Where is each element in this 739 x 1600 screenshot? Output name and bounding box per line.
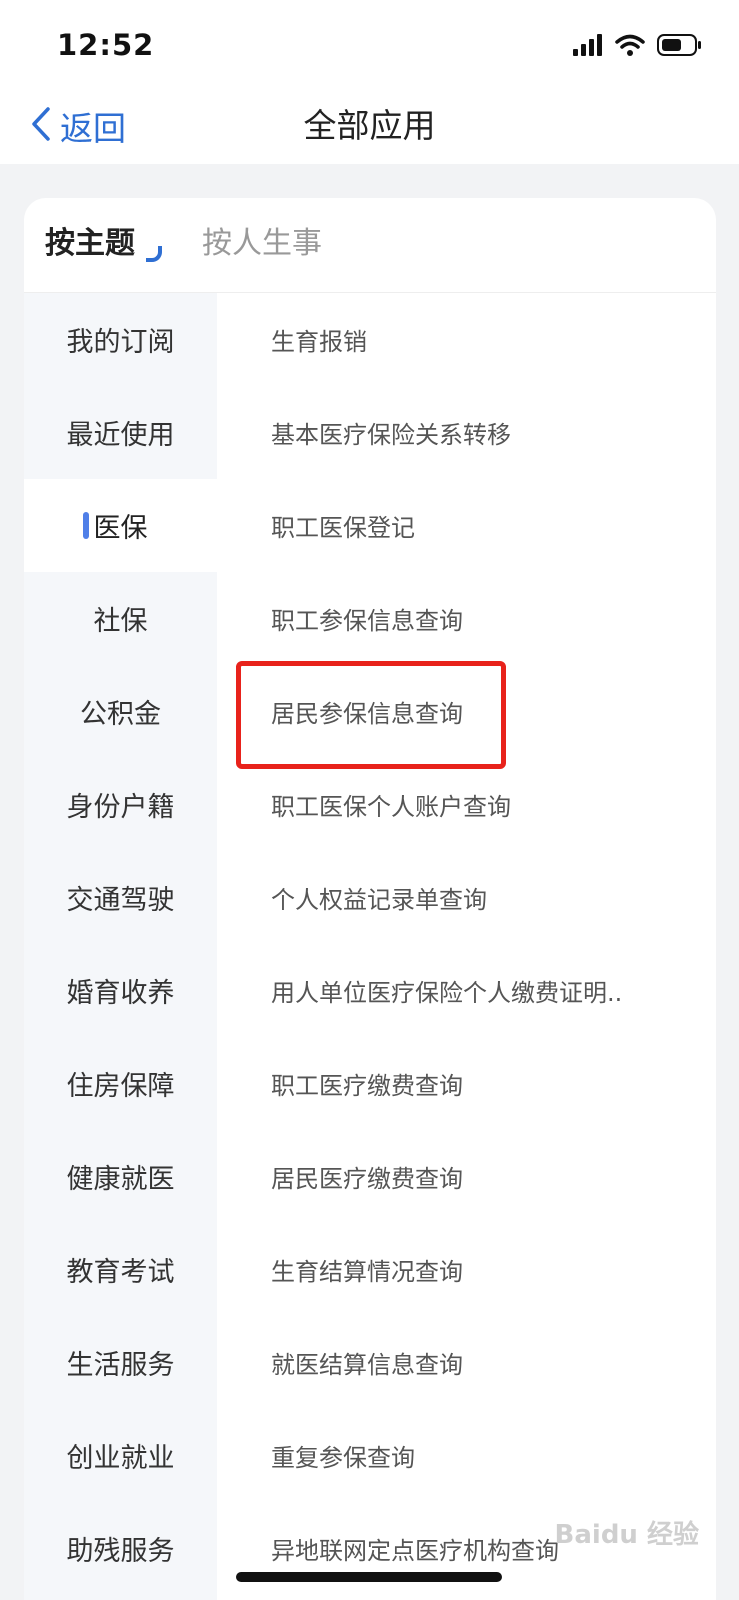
battery-icon [657,33,703,61]
service-item[interactable]: 职工医疗缴费查询 [271,1037,463,1130]
sidebar-item-life-services[interactable]: 生活服务 [24,1316,217,1409]
sidebar-item-label: 社保 [93,606,148,637]
service-item[interactable]: 个人权益记录单查询 [271,851,487,944]
sidebar-item-label: 医保 [93,513,148,544]
highlight-annotation [236,661,506,769]
tab-bar: 按主题 按人生事 [24,198,716,293]
sidebar-item-marriage-adoption[interactable]: 婚育收养 [24,944,217,1037]
sidebar-item-label: 住房保障 [66,1071,175,1102]
sidebar-item-housing-security[interactable]: 住房保障 [24,1037,217,1130]
watermark: Baidu 经验 [554,1520,699,1550]
sidebar-item-label: 助残服务 [66,1536,175,1567]
status-time: 12:52 [57,28,155,62]
service-item[interactable]: 生育报销 [271,293,367,386]
nav-bar: 返回 全部应用 [0,90,739,164]
sidebar-item-label: 教育考试 [66,1257,175,1288]
status-icons [573,34,703,60]
sidebar-item-education[interactable]: 教育考试 [24,1223,217,1316]
tab-by-life-event[interactable]: 按人生事 [202,224,322,264]
sidebar-item-label: 婚育收养 [66,978,175,1009]
sidebar-item-label: 交通驾驶 [66,885,175,916]
page-title: 全部应用 [303,106,436,145]
service-item[interactable]: 职工参保信息查询 [271,572,463,665]
sidebar-item-employment[interactable]: 创业就业 [24,1409,217,1502]
sidebar-item-medical-insurance[interactable]: 医保 [24,479,217,572]
service-item[interactable]: 居民医疗缴费查询 [271,1130,463,1223]
service-item[interactable]: 用人单位医疗保险个人缴费证明.. [271,944,622,1037]
sidebar-item-label: 最近使用 [66,420,175,451]
service-item[interactable]: 就医结算信息查询 [271,1316,463,1409]
wifi-icon [615,34,645,60]
sidebar-item-label: 公积金 [80,699,161,730]
sidebar-item-social-security[interactable]: 社保 [24,572,217,665]
sidebar-item-household-registration[interactable]: 身份户籍 [24,758,217,851]
sidebar-item-label: 我的订阅 [66,327,175,358]
service-item[interactable]: 职工医保登记 [271,479,415,572]
sidebar-item-traffic-driving[interactable]: 交通驾驶 [24,851,217,944]
service-item[interactable]: 生育结算情况查询 [271,1223,463,1316]
service-item[interactable]: 职工医保个人账户查询 [271,758,511,851]
status-bar: 12:52 [0,0,739,90]
sidebar-item-label: 生活服务 [66,1350,175,1381]
tab-active-indicator [146,246,162,262]
service-item[interactable]: 重复参保查询 [271,1409,415,1502]
apps-card: 按主题 按人生事 我的订阅 最近使用 医保 社保 公积金 身份户籍 交通驾驶 婚… [24,198,716,1600]
category-sidebar: 我的订阅 最近使用 医保 社保 公积金 身份户籍 交通驾驶 婚育收养 住房保障 … [24,293,217,1600]
sidebar-item-label: 创业就业 [66,1443,175,1474]
selected-indicator [83,512,89,539]
sidebar-item-health[interactable]: 健康就医 [24,1130,217,1223]
service-item[interactable]: 基本医疗保险关系转移 [271,386,511,479]
signal-icon [573,34,603,60]
tab-by-topic[interactable]: 按主题 [45,224,135,264]
sidebar-item-housing-fund[interactable]: 公积金 [24,665,217,758]
home-indicator[interactable] [236,1572,502,1582]
sidebar-item-subscriptions[interactable]: 我的订阅 [24,293,217,386]
sidebar-item-disability-services[interactable]: 助残服务 [24,1502,217,1595]
sidebar-item-recent[interactable]: 最近使用 [24,386,217,479]
sidebar-item-label: 健康就医 [66,1164,175,1195]
sidebar-item-label: 身份户籍 [66,792,175,823]
